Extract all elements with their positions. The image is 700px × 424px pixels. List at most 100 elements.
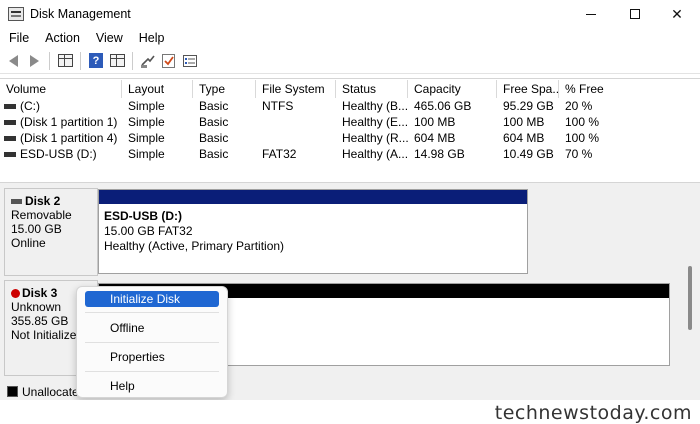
vertical-scrollbar[interactable] bbox=[688, 266, 692, 330]
watermark: technewstoday.com bbox=[494, 402, 692, 424]
volume-list: Volume Layout Type File System Status Ca… bbox=[0, 78, 700, 182]
close-icon: ✕ bbox=[671, 5, 683, 22]
disk-name: Disk 3 bbox=[22, 286, 58, 300]
menu-view[interactable]: View bbox=[89, 31, 130, 45]
console-tree-icon bbox=[57, 54, 73, 67]
column-header-free-space[interactable]: Free Spa... bbox=[497, 80, 559, 98]
disk-state: Online bbox=[11, 236, 46, 250]
percent-free-cell: 20 % bbox=[565, 99, 593, 113]
column-header-type[interactable]: Type bbox=[193, 80, 256, 98]
column-header-file-system[interactable]: File System bbox=[256, 80, 336, 98]
volume-icon bbox=[4, 119, 16, 125]
status-cell: Healthy (B... bbox=[342, 99, 408, 113]
status-cell: Healthy (E... bbox=[342, 115, 408, 129]
forward-arrow-icon bbox=[29, 54, 39, 67]
type-cell: Basic bbox=[199, 115, 229, 129]
file-system-cell bbox=[256, 130, 336, 146]
capacity-cell: 604 MB bbox=[414, 131, 456, 145]
close-button[interactable]: ✕ bbox=[654, 0, 700, 28]
column-header-volume[interactable]: Volume bbox=[0, 80, 122, 98]
not-initialized-icon bbox=[11, 288, 20, 298]
layout-cell: Simple bbox=[128, 99, 165, 113]
toolbar: ? bbox=[0, 48, 700, 74]
disk-icon bbox=[11, 198, 22, 204]
menu-divider bbox=[85, 312, 219, 313]
back-button[interactable] bbox=[4, 52, 22, 70]
rescan-button[interactable] bbox=[139, 52, 157, 70]
partition-bar bbox=[99, 190, 527, 204]
check-button[interactable] bbox=[160, 52, 178, 70]
disk-name: Disk 2 bbox=[25, 194, 61, 208]
properties-button[interactable] bbox=[108, 52, 126, 70]
unallocated-swatch bbox=[7, 386, 18, 397]
volume-icon bbox=[4, 151, 16, 157]
disk-2-info[interactable]: Disk 2 Removable 15.00 GB Online bbox=[4, 188, 98, 276]
context-menu: Initialize Disk Offline Properties Help bbox=[76, 286, 228, 398]
table-row[interactable]: (Disk 1 partition 4) Simple Basic Health… bbox=[0, 130, 700, 146]
capacity-cell: 465.06 GB bbox=[414, 99, 472, 113]
menu-divider bbox=[85, 371, 219, 372]
toolbar-divider bbox=[132, 51, 133, 70]
toolbar-divider bbox=[49, 51, 50, 70]
file-system-cell: NTFS bbox=[262, 99, 294, 113]
column-header-status[interactable]: Status bbox=[336, 80, 408, 98]
menu-initialize-disk[interactable]: Initialize Disk bbox=[85, 291, 219, 307]
maximize-button[interactable] bbox=[612, 0, 658, 28]
layout-cell: Simple bbox=[128, 147, 165, 161]
menu-divider bbox=[85, 342, 219, 343]
partition-status: Healthy (Active, Primary Partition) bbox=[104, 239, 285, 253]
list-view-button[interactable] bbox=[181, 52, 199, 70]
column-header-capacity[interactable]: Capacity bbox=[408, 80, 497, 98]
minimize-button[interactable] bbox=[568, 0, 614, 28]
capacity-cell: 14.98 GB bbox=[414, 147, 465, 161]
menu-properties[interactable]: Properties bbox=[85, 349, 219, 365]
type-cell: Basic bbox=[199, 99, 229, 113]
menu-help-item[interactable]: Help bbox=[85, 378, 219, 394]
percent-free-cell: 70 % bbox=[565, 147, 593, 161]
table-row[interactable]: ESD-USB (D:) Simple Basic FAT32 Healthy … bbox=[0, 146, 700, 162]
help-button[interactable]: ? bbox=[87, 52, 105, 70]
free-space-cell: 95.29 GB bbox=[503, 99, 554, 113]
title-bar: Disk Management ✕ bbox=[0, 0, 700, 28]
table-row[interactable]: (C:) Simple Basic NTFS Healthy (B... 465… bbox=[0, 98, 700, 114]
disk-kind: Removable bbox=[11, 208, 72, 222]
status-cell: Healthy (A... bbox=[342, 147, 408, 161]
volume-icon bbox=[4, 103, 16, 109]
volume-name: (C:) bbox=[20, 99, 40, 113]
partition-esd-usb[interactable]: ESD-USB (D:) 15.00 GB FAT32 Healthy (Act… bbox=[98, 189, 528, 274]
maximize-icon bbox=[630, 9, 640, 19]
percent-free-cell: 100 % bbox=[565, 131, 600, 145]
file-system-cell bbox=[256, 114, 336, 130]
window-title: Disk Management bbox=[30, 7, 131, 21]
free-space-cell: 10.49 GB bbox=[503, 147, 554, 161]
column-header-percent-free[interactable]: % Free bbox=[559, 80, 700, 98]
minimize-icon bbox=[586, 13, 596, 15]
percent-free-cell: 100 % bbox=[565, 115, 600, 129]
menu-file[interactable]: File bbox=[2, 31, 36, 45]
back-arrow-icon bbox=[8, 54, 18, 67]
volume-list-header: Volume Layout Type File System Status Ca… bbox=[0, 80, 700, 98]
watermark-area: technewstoday.com bbox=[0, 400, 700, 424]
toolbar-divider bbox=[80, 51, 81, 70]
column-header-layout[interactable]: Layout bbox=[122, 80, 193, 98]
menu-action[interactable]: Action bbox=[38, 31, 87, 45]
volume-name: (Disk 1 partition 1) bbox=[20, 115, 118, 129]
type-cell: Basic bbox=[199, 147, 229, 161]
status-cell: Healthy (R... bbox=[342, 131, 408, 145]
volume-name: (Disk 1 partition 4) bbox=[20, 131, 118, 145]
file-system-cell: FAT32 bbox=[262, 147, 297, 161]
volume-name: ESD-USB (D:) bbox=[20, 147, 97, 161]
layout-cell: Simple bbox=[128, 115, 165, 129]
layout-cell: Simple bbox=[128, 131, 165, 145]
partition-detail: 15.00 GB FAT32 bbox=[104, 224, 193, 238]
volume-icon bbox=[4, 135, 16, 141]
menu-help[interactable]: Help bbox=[132, 31, 172, 45]
properties-icon bbox=[109, 54, 125, 67]
forward-button[interactable] bbox=[25, 52, 43, 70]
free-space-cell: 100 MB bbox=[503, 115, 545, 129]
table-row[interactable]: (Disk 1 partition 1) Simple Basic Health… bbox=[0, 114, 700, 130]
rescan-icon bbox=[141, 55, 155, 68]
menu-offline[interactable]: Offline bbox=[85, 320, 219, 336]
partition-label: ESD-USB (D:) bbox=[104, 209, 182, 223]
console-tree-button[interactable] bbox=[56, 52, 74, 70]
